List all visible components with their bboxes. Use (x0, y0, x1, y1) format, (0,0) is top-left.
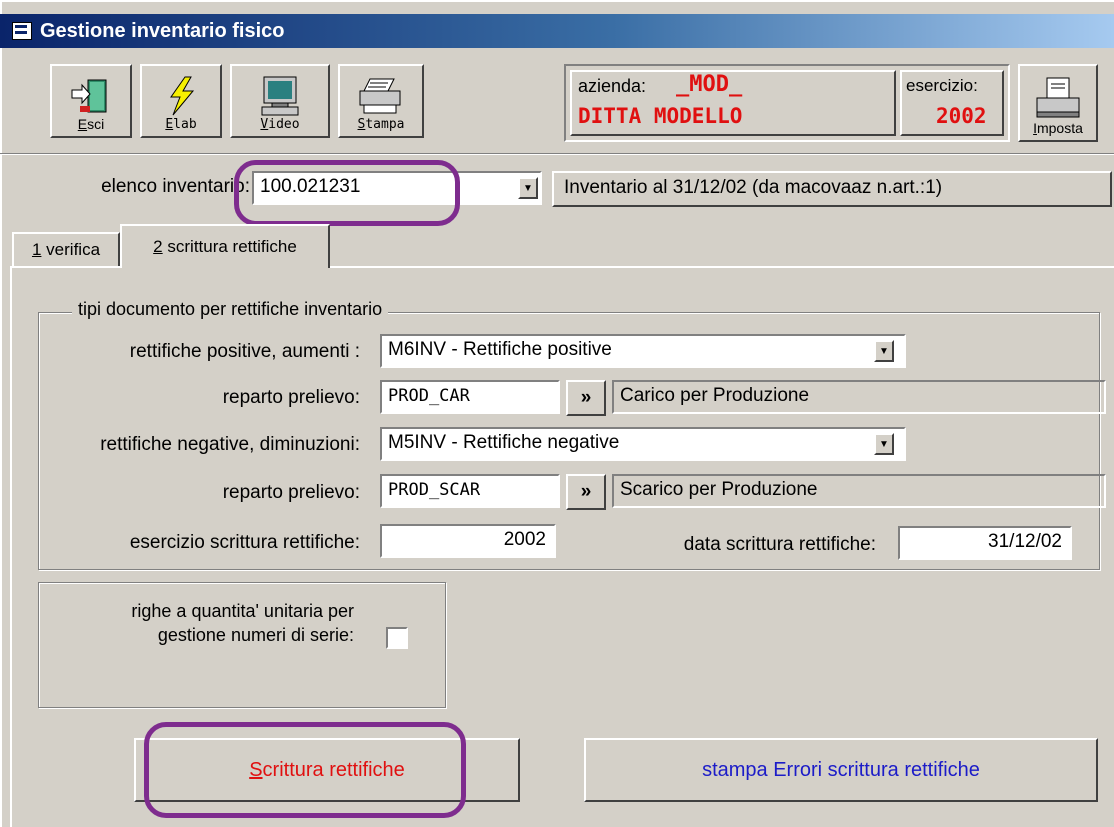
rep2-lookup-button[interactable]: » (566, 474, 606, 510)
rep2-input[interactable]: PROD_SCAR (380, 474, 560, 508)
neg-value: M5INV - Rettifiche negative (388, 432, 620, 453)
window-title: Gestione inventario fisico (40, 19, 285, 42)
tab-scrittura-rettifiche[interactable]: 2 scrittura rettifiche (120, 224, 330, 268)
lightning-icon (170, 76, 195, 116)
inventory-label: elenco inventario: (101, 176, 250, 197)
inventory-dropdown-button[interactable]: ▼ (518, 177, 538, 199)
pos-dropdown-button[interactable]: ▼ (874, 340, 894, 362)
data-input[interactable]: 31/12/02 (898, 526, 1072, 560)
imposta-button[interactable]: Imposta (1018, 64, 1098, 142)
video-button[interactable]: Video (230, 64, 330, 138)
rep1-input[interactable]: PROD_CAR (380, 380, 560, 414)
elab-button[interactable]: Elab (140, 64, 222, 138)
elab-label: Elab (165, 117, 197, 132)
esci-label: Esci (77, 116, 105, 132)
azienda-label: azienda: (578, 76, 647, 96)
neg-select[interactable]: M5INV - Rettifiche negative (380, 427, 906, 461)
neg-label: rettifiche negative, diminuzioni: (100, 434, 360, 455)
pos-value: M6INV - Rettifiche positive (388, 339, 612, 360)
stampa-button[interactable]: Stampa (338, 64, 424, 138)
groupbox-title: tipi documento per rettifiche inventario (72, 299, 389, 320)
chevron-down-icon: ▼ (523, 182, 533, 194)
stampa-errori-button[interactable]: stampa Errori scrittura rettifiche (584, 738, 1098, 802)
eserc-input[interactable]: 2002 (380, 524, 556, 558)
printer-icon (359, 78, 401, 114)
inventory-description[interactable]: Inventario al 31/12/02 (da macovaaz n.ar… (552, 171, 1112, 207)
rep1-label: reparto prelievo: (222, 387, 360, 408)
tab-panel-left-border (10, 266, 12, 827)
esci-button[interactable]: Esci (50, 64, 132, 138)
tab-scrittura-label: scrittura rettifiche (167, 237, 297, 256)
chevron-down-icon: ▼ (879, 345, 889, 357)
neg-dropdown-button[interactable]: ▼ (874, 433, 894, 455)
serial-label-line1: righe a quantita' unitaria per (131, 601, 354, 621)
highlight-circle-inventory (234, 160, 460, 226)
stampa-label: Stampa (357, 117, 405, 132)
title-bar[interactable]: Gestione inventario fisico (0, 14, 1114, 48)
esercizio-label: esercizio: (906, 76, 978, 95)
rep1-description: Carico per Produzione (612, 380, 1106, 414)
tab-verifica-num: 1 (31, 240, 42, 259)
toolbar-divider (0, 153, 1114, 155)
tab-scrittura-num: 2 (153, 237, 163, 256)
rep1-lookup-button[interactable]: » (566, 380, 606, 416)
form-icon (12, 22, 32, 40)
stampa-errori-label: stampa Errori scrittura rettifiche (702, 758, 980, 781)
video-label: Video (260, 117, 300, 132)
double-chevron-right-icon: » (580, 387, 592, 408)
pos-label: rettifiche positive, aumenti : (129, 341, 360, 362)
serial-label-line2: gestione numeri di serie: (157, 625, 354, 645)
pos-select[interactable]: M6INV - Rettifiche positive (380, 334, 906, 368)
esercizio-value: 2002 (936, 104, 987, 128)
azienda-name: DITTA MODELLO (578, 104, 743, 128)
tab-verifica[interactable]: 1 verifica (12, 232, 120, 266)
chevron-down-icon: ▼ (879, 438, 889, 450)
monitor-icon (261, 76, 299, 116)
rep2-label: reparto prelievo: (222, 482, 360, 503)
double-chevron-right-icon: » (580, 481, 592, 502)
azienda-code: _MOD_ (676, 72, 743, 97)
data-label: data scrittura rettifiche: (683, 534, 876, 555)
rep2-description: Scarico per Produzione (612, 474, 1106, 508)
serial-checkbox[interactable] (386, 627, 408, 649)
printer-setup-icon (1036, 77, 1080, 118)
eserc-label: esercizio scrittura rettifiche: (129, 532, 360, 553)
exit-door-icon (71, 79, 107, 113)
imposta-label: Imposta (1033, 120, 1083, 136)
highlight-circle-scrittura (144, 722, 466, 818)
tab-verifica-label: verifica (46, 240, 101, 259)
